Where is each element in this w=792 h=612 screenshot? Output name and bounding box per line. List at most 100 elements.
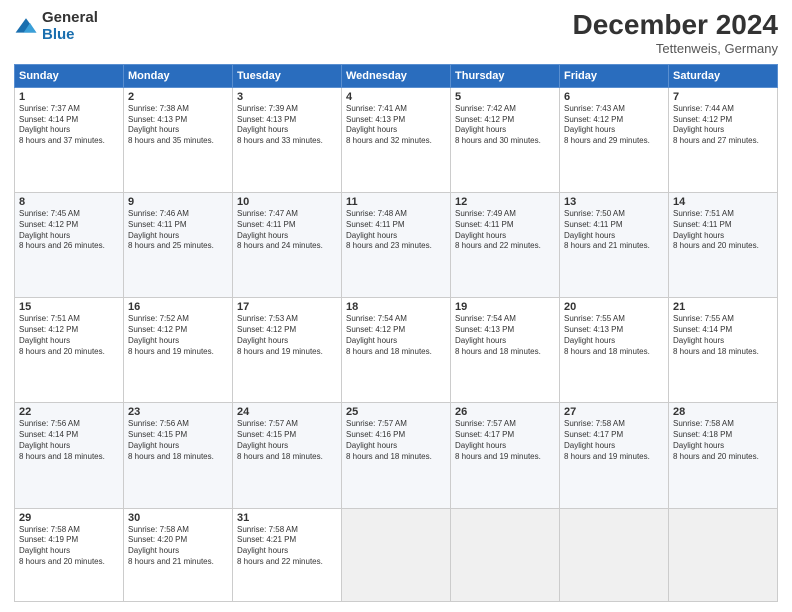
day-info: Sunrise: 7:37 AM Sunset: 4:14 PM Dayligh… (19, 104, 119, 147)
day-number: 26 (455, 406, 555, 418)
logo-general: General (42, 10, 98, 27)
day-number: 8 (19, 196, 119, 208)
day-info: Sunrise: 7:54 AM Sunset: 4:12 PM Dayligh… (346, 314, 446, 357)
day-cell-9: 9 Sunrise: 7:46 AM Sunset: 4:11 PM Dayli… (124, 193, 233, 298)
day-info: Sunrise: 7:47 AM Sunset: 4:11 PM Dayligh… (237, 209, 337, 252)
day-number: 23 (128, 406, 228, 418)
day-cell-24: 24 Sunrise: 7:57 AM Sunset: 4:15 PM Dayl… (233, 403, 342, 508)
day-info: Sunrise: 7:43 AM Sunset: 4:12 PM Dayligh… (564, 104, 664, 147)
day-cell-29: 29 Sunrise: 7:58 AM Sunset: 4:19 PM Dayl… (15, 508, 124, 601)
day-number: 28 (673, 406, 773, 418)
day-info: Sunrise: 7:58 AM Sunset: 4:19 PM Dayligh… (19, 525, 119, 568)
calendar-week-1: 1 Sunrise: 7:37 AM Sunset: 4:14 PM Dayli… (15, 87, 778, 192)
day-number: 20 (564, 301, 664, 313)
day-number: 3 (237, 91, 337, 103)
empty-cell (451, 508, 560, 601)
day-info: Sunrise: 7:49 AM Sunset: 4:11 PM Dayligh… (455, 209, 555, 252)
logo-icon (14, 15, 38, 39)
day-cell-14: 14 Sunrise: 7:51 AM Sunset: 4:11 PM Dayl… (669, 193, 778, 298)
day-cell-5: 5 Sunrise: 7:42 AM Sunset: 4:12 PM Dayli… (451, 87, 560, 192)
day-cell-31: 31 Sunrise: 7:58 AM Sunset: 4:21 PM Dayl… (233, 508, 342, 601)
day-number: 29 (19, 512, 119, 524)
month-title: December 2024 (573, 10, 778, 41)
day-cell-16: 16 Sunrise: 7:52 AM Sunset: 4:12 PM Dayl… (124, 298, 233, 403)
day-header-saturday: Saturday (669, 64, 778, 87)
day-info: Sunrise: 7:50 AM Sunset: 4:11 PM Dayligh… (564, 209, 664, 252)
day-info: Sunrise: 7:58 AM Sunset: 4:18 PM Dayligh… (673, 419, 773, 462)
day-number: 27 (564, 406, 664, 418)
calendar-table: SundayMondayTuesdayWednesdayThursdayFrid… (14, 64, 778, 602)
day-number: 12 (455, 196, 555, 208)
day-cell-4: 4 Sunrise: 7:41 AM Sunset: 4:13 PM Dayli… (342, 87, 451, 192)
day-info: Sunrise: 7:45 AM Sunset: 4:12 PM Dayligh… (19, 209, 119, 252)
day-info: Sunrise: 7:52 AM Sunset: 4:12 PM Dayligh… (128, 314, 228, 357)
day-cell-2: 2 Sunrise: 7:38 AM Sunset: 4:13 PM Dayli… (124, 87, 233, 192)
day-cell-19: 19 Sunrise: 7:54 AM Sunset: 4:13 PM Dayl… (451, 298, 560, 403)
day-cell-6: 6 Sunrise: 7:43 AM Sunset: 4:12 PM Dayli… (560, 87, 669, 192)
day-number: 13 (564, 196, 664, 208)
day-info: Sunrise: 7:56 AM Sunset: 4:14 PM Dayligh… (19, 419, 119, 462)
day-cell-20: 20 Sunrise: 7:55 AM Sunset: 4:13 PM Dayl… (560, 298, 669, 403)
day-info: Sunrise: 7:46 AM Sunset: 4:11 PM Dayligh… (128, 209, 228, 252)
day-number: 2 (128, 91, 228, 103)
day-header-friday: Friday (560, 64, 669, 87)
day-info: Sunrise: 7:38 AM Sunset: 4:13 PM Dayligh… (128, 104, 228, 147)
day-info: Sunrise: 7:54 AM Sunset: 4:13 PM Dayligh… (455, 314, 555, 357)
day-cell-18: 18 Sunrise: 7:54 AM Sunset: 4:12 PM Dayl… (342, 298, 451, 403)
day-cell-17: 17 Sunrise: 7:53 AM Sunset: 4:12 PM Dayl… (233, 298, 342, 403)
day-header-sunday: Sunday (15, 64, 124, 87)
day-cell-26: 26 Sunrise: 7:57 AM Sunset: 4:17 PM Dayl… (451, 403, 560, 508)
day-number: 16 (128, 301, 228, 313)
day-cell-25: 25 Sunrise: 7:57 AM Sunset: 4:16 PM Dayl… (342, 403, 451, 508)
day-number: 21 (673, 301, 773, 313)
day-header-tuesday: Tuesday (233, 64, 342, 87)
day-info: Sunrise: 7:53 AM Sunset: 4:12 PM Dayligh… (237, 314, 337, 357)
day-info: Sunrise: 7:44 AM Sunset: 4:12 PM Dayligh… (673, 104, 773, 147)
day-info: Sunrise: 7:58 AM Sunset: 4:17 PM Dayligh… (564, 419, 664, 462)
day-info: Sunrise: 7:39 AM Sunset: 4:13 PM Dayligh… (237, 104, 337, 147)
day-info: Sunrise: 7:51 AM Sunset: 4:12 PM Dayligh… (19, 314, 119, 357)
day-info: Sunrise: 7:58 AM Sunset: 4:20 PM Dayligh… (128, 525, 228, 568)
day-info: Sunrise: 7:56 AM Sunset: 4:15 PM Dayligh… (128, 419, 228, 462)
page: General Blue December 2024 Tettenweis, G… (0, 0, 792, 612)
day-info: Sunrise: 7:58 AM Sunset: 4:21 PM Dayligh… (237, 525, 337, 568)
day-cell-22: 22 Sunrise: 7:56 AM Sunset: 4:14 PM Dayl… (15, 403, 124, 508)
day-info: Sunrise: 7:55 AM Sunset: 4:13 PM Dayligh… (564, 314, 664, 357)
day-info: Sunrise: 7:41 AM Sunset: 4:13 PM Dayligh… (346, 104, 446, 147)
day-number: 9 (128, 196, 228, 208)
day-number: 15 (19, 301, 119, 313)
calendar-week-4: 22 Sunrise: 7:56 AM Sunset: 4:14 PM Dayl… (15, 403, 778, 508)
day-header-wednesday: Wednesday (342, 64, 451, 87)
day-number: 18 (346, 301, 446, 313)
day-info: Sunrise: 7:42 AM Sunset: 4:12 PM Dayligh… (455, 104, 555, 147)
empty-cell (669, 508, 778, 601)
calendar-week-5: 29 Sunrise: 7:58 AM Sunset: 4:19 PM Dayl… (15, 508, 778, 601)
title-area: December 2024 Tettenweis, Germany (573, 10, 778, 56)
day-cell-21: 21 Sunrise: 7:55 AM Sunset: 4:14 PM Dayl… (669, 298, 778, 403)
day-number: 19 (455, 301, 555, 313)
day-number: 25 (346, 406, 446, 418)
calendar-week-3: 15 Sunrise: 7:51 AM Sunset: 4:12 PM Dayl… (15, 298, 778, 403)
day-info: Sunrise: 7:55 AM Sunset: 4:14 PM Dayligh… (673, 314, 773, 357)
day-cell-23: 23 Sunrise: 7:56 AM Sunset: 4:15 PM Dayl… (124, 403, 233, 508)
day-header-thursday: Thursday (451, 64, 560, 87)
day-cell-15: 15 Sunrise: 7:51 AM Sunset: 4:12 PM Dayl… (15, 298, 124, 403)
day-number: 1 (19, 91, 119, 103)
day-cell-27: 27 Sunrise: 7:58 AM Sunset: 4:17 PM Dayl… (560, 403, 669, 508)
header: General Blue December 2024 Tettenweis, G… (14, 10, 778, 56)
day-cell-10: 10 Sunrise: 7:47 AM Sunset: 4:11 PM Dayl… (233, 193, 342, 298)
day-number: 7 (673, 91, 773, 103)
empty-cell (560, 508, 669, 601)
day-number: 11 (346, 196, 446, 208)
empty-cell (342, 508, 451, 601)
day-info: Sunrise: 7:51 AM Sunset: 4:11 PM Dayligh… (673, 209, 773, 252)
day-cell-11: 11 Sunrise: 7:48 AM Sunset: 4:11 PM Dayl… (342, 193, 451, 298)
day-number: 30 (128, 512, 228, 524)
calendar-week-2: 8 Sunrise: 7:45 AM Sunset: 4:12 PM Dayli… (15, 193, 778, 298)
day-info: Sunrise: 7:57 AM Sunset: 4:17 PM Dayligh… (455, 419, 555, 462)
day-number: 31 (237, 512, 337, 524)
day-header-monday: Monday (124, 64, 233, 87)
day-cell-13: 13 Sunrise: 7:50 AM Sunset: 4:11 PM Dayl… (560, 193, 669, 298)
day-cell-3: 3 Sunrise: 7:39 AM Sunset: 4:13 PM Dayli… (233, 87, 342, 192)
day-number: 17 (237, 301, 337, 313)
